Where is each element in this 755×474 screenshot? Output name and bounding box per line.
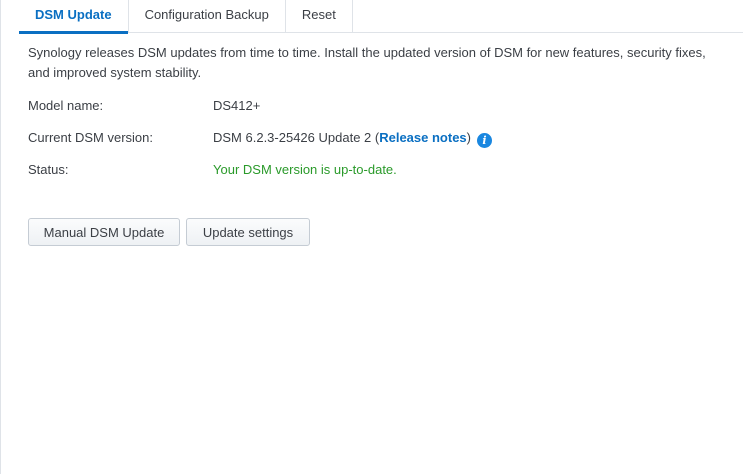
info-icon[interactable]: i — [477, 133, 492, 148]
manual-dsm-update-button[interactable]: Manual DSM Update — [28, 218, 180, 246]
description-text: Synology releases DSM updates from time … — [28, 45, 706, 80]
tab-reset[interactable]: Reset — [286, 0, 353, 33]
version-suffix: ) — [466, 130, 471, 145]
tab-dsm-update[interactable]: DSM Update — [19, 0, 129, 34]
dsm-update-panel: DSM Update Configuration Backup Reset Sy… — [0, 0, 755, 474]
status-value: Your DSM version is up-to-date. — [213, 162, 397, 177]
tab-bar: DSM Update Configuration Backup Reset — [19, 0, 743, 34]
version-label: Current DSM version: — [28, 130, 153, 145]
status-label: Status: — [28, 162, 69, 177]
version-value: DSM 6.2.3-25426 Update 2 ( — [213, 130, 380, 145]
tab-configuration-backup[interactable]: Configuration Backup — [129, 0, 286, 33]
version-value-group: DSM 6.2.3-25426 Update 2 (Release notes)… — [213, 129, 492, 148]
update-settings-button[interactable]: Update settings — [186, 218, 310, 246]
release-notes-link[interactable]: Release notes — [379, 130, 466, 145]
content-area: Synology releases DSM updates from time … — [28, 43, 728, 83]
model-value: DS412+ — [213, 98, 261, 113]
model-label: Model name: — [28, 98, 104, 113]
